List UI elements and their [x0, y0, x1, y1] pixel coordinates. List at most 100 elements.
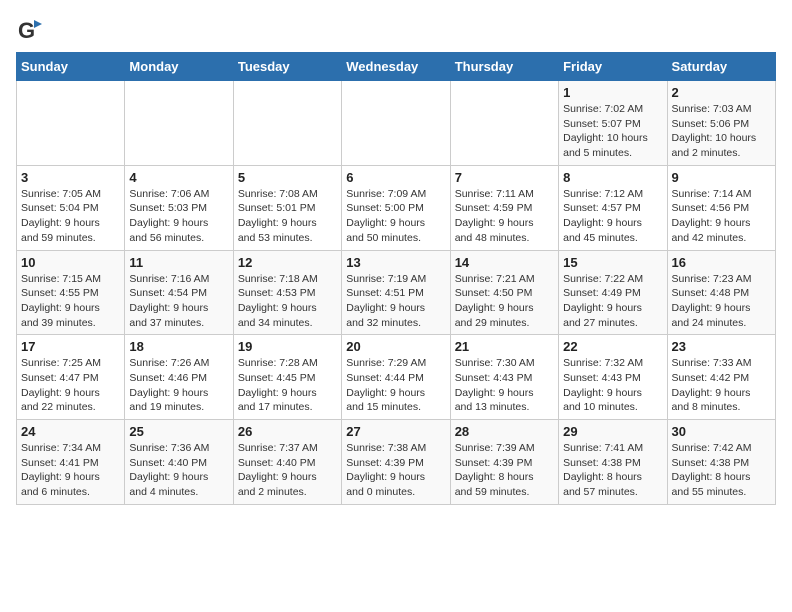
calendar-cell: 3Sunrise: 7:05 AM Sunset: 5:04 PM Daylig… — [17, 165, 125, 250]
day-info: Sunrise: 7:41 AM Sunset: 4:38 PM Dayligh… — [563, 441, 662, 500]
day-number: 5 — [238, 170, 337, 185]
weekday-header-thursday: Thursday — [450, 53, 558, 81]
day-info: Sunrise: 7:06 AM Sunset: 5:03 PM Dayligh… — [129, 187, 228, 246]
day-number: 24 — [21, 424, 120, 439]
day-number: 17 — [21, 339, 120, 354]
day-info: Sunrise: 7:23 AM Sunset: 4:48 PM Dayligh… — [672, 272, 771, 331]
day-info: Sunrise: 7:21 AM Sunset: 4:50 PM Dayligh… — [455, 272, 554, 331]
day-number: 13 — [346, 255, 445, 270]
day-info: Sunrise: 7:39 AM Sunset: 4:39 PM Dayligh… — [455, 441, 554, 500]
calendar-week-row: 10 Sunrise: 7:15 AM Sunset: 4:55 PM Dayli… — [17, 250, 776, 335]
day-number: 22 — [563, 339, 662, 354]
calendar-cell: 18 Sunrise: 7:26 AM Sunset: 4:46 PM Dayli… — [125, 335, 233, 420]
calendar-cell: 4 Sunrise: 7:06 AM Sunset: 5:03 PM Daylig… — [125, 165, 233, 250]
calendar-cell: 17 Sunrise: 7:25 AM Sunset: 4:47 PM Dayli… — [17, 335, 125, 420]
weekday-header-monday: Monday — [125, 53, 233, 81]
day-info: Sunrise: 7:36 AM Sunset: 4:40 PM Dayligh… — [129, 441, 228, 500]
day-info: Sunrise: 7:42 AM Sunset: 4:38 PM Dayligh… — [672, 441, 771, 500]
calendar-cell: 11Sunrise: 7:16 AM Sunset: 4:54 PM Dayli… — [125, 250, 233, 335]
day-info: Sunrise: 7:18 AM Sunset: 4:53 PM Dayligh… — [238, 272, 337, 331]
day-number: 4 — [129, 170, 228, 185]
day-info: Sunrise: 7:11 AM Sunset: 4:59 PM Dayligh… — [455, 187, 554, 246]
day-info: Sunrise: 7:30 AM Sunset: 4:43 PM Dayligh… — [455, 356, 554, 415]
day-info: Sunrise: 7:02 AM Sunset: 5:07 PM Dayligh… — [563, 102, 662, 161]
day-info: Sunrise: 7:34 AM Sunset: 4:41 PM Dayligh… — [21, 441, 120, 500]
day-info: Sunrise: 7:19 AM Sunset: 4:51 PM Dayligh… — [346, 272, 445, 331]
calendar-cell — [17, 81, 125, 166]
day-number: 1 — [563, 85, 662, 100]
logo: G — [16, 16, 48, 44]
calendar-cell: 6 Sunrise: 7:09 AM Sunset: 5:00 PM Daylig… — [342, 165, 450, 250]
calendar-cell: 1 Sunrise: 7:02 AM Sunset: 5:07 PM Daylig… — [559, 81, 667, 166]
calendar-cell — [342, 81, 450, 166]
calendar-cell: 9 Sunrise: 7:14 AM Sunset: 4:56 PM Daylig… — [667, 165, 775, 250]
calendar-cell: 23 Sunrise: 7:33 AM Sunset: 4:42 PM Dayli… — [667, 335, 775, 420]
day-number: 28 — [455, 424, 554, 439]
day-info: Sunrise: 7:25 AM Sunset: 4:47 PM Dayligh… — [21, 356, 120, 415]
day-number: 29 — [563, 424, 662, 439]
calendar-week-row: 17 Sunrise: 7:25 AM Sunset: 4:47 PM Dayli… — [17, 335, 776, 420]
day-number: 3 — [21, 170, 120, 185]
calendar-cell: 7Sunrise: 7:11 AM Sunset: 4:59 PM Daylig… — [450, 165, 558, 250]
calendar-cell: 28 Sunrise: 7:39 AM Sunset: 4:39 PM Dayli… — [450, 420, 558, 505]
day-number: 23 — [672, 339, 771, 354]
calendar-cell — [233, 81, 341, 166]
day-number: 9 — [672, 170, 771, 185]
day-info: Sunrise: 7:22 AM Sunset: 4:49 PM Dayligh… — [563, 272, 662, 331]
day-info: Sunrise: 7:14 AM Sunset: 4:56 PM Dayligh… — [672, 187, 771, 246]
weekday-header-saturday: Saturday — [667, 53, 775, 81]
calendar-cell: 12Sunrise: 7:18 AM Sunset: 4:53 PM Dayli… — [233, 250, 341, 335]
calendar-table: SundayMondayTuesdayWednesdayThursdayFrid… — [16, 52, 776, 505]
day-info: Sunrise: 7:15 AM Sunset: 4:55 PM Dayligh… — [21, 272, 120, 331]
day-number: 15 — [563, 255, 662, 270]
day-info: Sunrise: 7:12 AM Sunset: 4:57 PM Dayligh… — [563, 187, 662, 246]
calendar-cell: 19 Sunrise: 7:28 AM Sunset: 4:45 PM Dayli… — [233, 335, 341, 420]
calendar-cell: 27 Sunrise: 7:38 AM Sunset: 4:39 PM Dayli… — [342, 420, 450, 505]
calendar-cell: 22 Sunrise: 7:32 AM Sunset: 4:43 PM Dayli… — [559, 335, 667, 420]
day-info: Sunrise: 7:08 AM Sunset: 5:01 PM Dayligh… — [238, 187, 337, 246]
calendar-cell: 30Sunrise: 7:42 AM Sunset: 4:38 PM Dayli… — [667, 420, 775, 505]
calendar-cell: 10 Sunrise: 7:15 AM Sunset: 4:55 PM Dayli… — [17, 250, 125, 335]
calendar-cell: 8 Sunrise: 7:12 AM Sunset: 4:57 PM Daylig… — [559, 165, 667, 250]
day-number: 19 — [238, 339, 337, 354]
calendar-week-row: 3Sunrise: 7:05 AM Sunset: 5:04 PM Daylig… — [17, 165, 776, 250]
day-info: Sunrise: 7:09 AM Sunset: 5:00 PM Dayligh… — [346, 187, 445, 246]
day-info: Sunrise: 7:16 AM Sunset: 4:54 PM Dayligh… — [129, 272, 228, 331]
day-number: 8 — [563, 170, 662, 185]
day-info: Sunrise: 7:03 AM Sunset: 5:06 PM Dayligh… — [672, 102, 771, 161]
weekday-header-row: SundayMondayTuesdayWednesdayThursdayFrid… — [17, 53, 776, 81]
weekday-header-wednesday: Wednesday — [342, 53, 450, 81]
calendar-cell: 25 Sunrise: 7:36 AM Sunset: 4:40 PM Dayli… — [125, 420, 233, 505]
day-info: Sunrise: 7:37 AM Sunset: 4:40 PM Dayligh… — [238, 441, 337, 500]
svg-text:G: G — [18, 18, 35, 43]
day-info: Sunrise: 7:33 AM Sunset: 4:42 PM Dayligh… — [672, 356, 771, 415]
day-number: 27 — [346, 424, 445, 439]
weekday-header-sunday: Sunday — [17, 53, 125, 81]
calendar-week-row: 1 Sunrise: 7:02 AM Sunset: 5:07 PM Daylig… — [17, 81, 776, 166]
page-header: G — [16, 16, 776, 44]
calendar-cell: 29 Sunrise: 7:41 AM Sunset: 4:38 PM Dayli… — [559, 420, 667, 505]
calendar-cell — [450, 81, 558, 166]
day-number: 21 — [455, 339, 554, 354]
calendar-cell: 24 Sunrise: 7:34 AM Sunset: 4:41 PM Dayli… — [17, 420, 125, 505]
logo-icon: G — [16, 16, 44, 44]
calendar-cell: 26Sunrise: 7:37 AM Sunset: 4:40 PM Dayli… — [233, 420, 341, 505]
calendar-cell: 2 Sunrise: 7:03 AM Sunset: 5:06 PM Daylig… — [667, 81, 775, 166]
day-info: Sunrise: 7:28 AM Sunset: 4:45 PM Dayligh… — [238, 356, 337, 415]
calendar-week-row: 24 Sunrise: 7:34 AM Sunset: 4:41 PM Dayli… — [17, 420, 776, 505]
calendar-cell: 14 Sunrise: 7:21 AM Sunset: 4:50 PM Dayli… — [450, 250, 558, 335]
weekday-header-friday: Friday — [559, 53, 667, 81]
day-number: 10 — [21, 255, 120, 270]
day-info: Sunrise: 7:38 AM Sunset: 4:39 PM Dayligh… — [346, 441, 445, 500]
day-number: 25 — [129, 424, 228, 439]
day-number: 16 — [672, 255, 771, 270]
day-info: Sunrise: 7:32 AM Sunset: 4:43 PM Dayligh… — [563, 356, 662, 415]
day-number: 18 — [129, 339, 228, 354]
day-info: Sunrise: 7:26 AM Sunset: 4:46 PM Dayligh… — [129, 356, 228, 415]
calendar-cell: 5 Sunrise: 7:08 AM Sunset: 5:01 PM Daylig… — [233, 165, 341, 250]
day-number: 20 — [346, 339, 445, 354]
day-number: 2 — [672, 85, 771, 100]
day-number: 14 — [455, 255, 554, 270]
day-number: 6 — [346, 170, 445, 185]
calendar-cell: 13 Sunrise: 7:19 AM Sunset: 4:51 PM Dayli… — [342, 250, 450, 335]
